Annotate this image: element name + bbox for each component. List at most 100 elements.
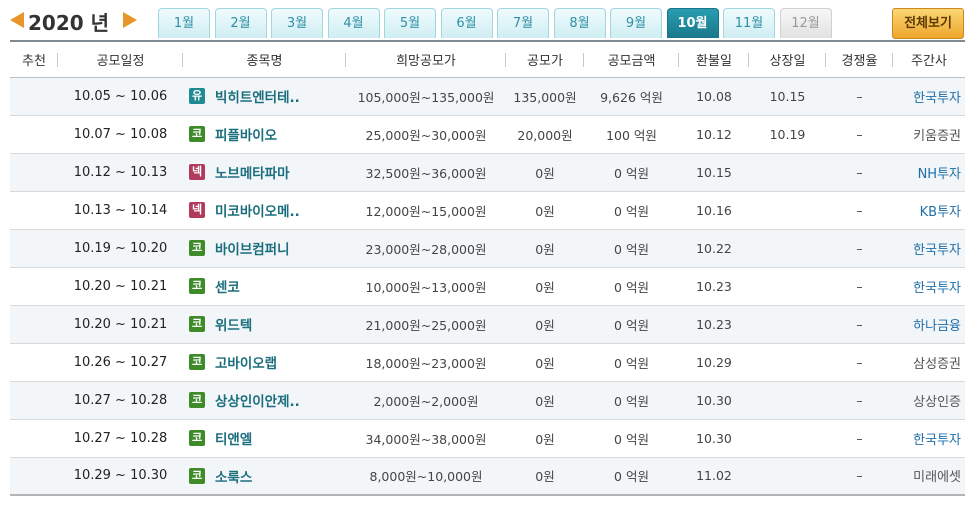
stock-name-link[interactable]: 위드텍 xyxy=(215,318,252,334)
next-year-arrow-icon[interactable] xyxy=(123,12,137,28)
market-badge-icon: 코 xyxy=(189,316,205,332)
refund-date-cell: 10.30 xyxy=(679,381,749,420)
stock-name-cell: 코 티앤엘 xyxy=(183,419,346,458)
month-tab-4[interactable]: 4월 xyxy=(327,8,380,38)
competition-rate-cell: – xyxy=(826,381,893,420)
refund-date-cell: 10.16 xyxy=(679,191,749,230)
desired-price-range-cell: 32,500원~36,000원 xyxy=(346,153,506,192)
column-header-label: 주간사 xyxy=(911,53,947,69)
underwriter-cell[interactable]: 한국투자 xyxy=(893,229,965,268)
desired-price-range-cell: 34,000원~38,000원 xyxy=(346,419,506,458)
stock-name-cell: 코 소룩스 xyxy=(183,457,346,496)
table-row: 10.07 ~ 10.08 코 피플바이오 25,000원~30,000원 20,000… xyxy=(10,115,965,154)
underwriter-cell: 삼성증권 xyxy=(893,343,965,382)
offering-date-cell: 10.05 ~ 10.06 xyxy=(58,77,183,116)
prev-year-arrow-icon[interactable] xyxy=(10,12,24,28)
underwriter-cell[interactable]: NH투자 xyxy=(893,153,965,192)
month-tab-1[interactable]: 1월 xyxy=(158,8,210,38)
stock-name-link[interactable]: 티앤엘 xyxy=(215,432,252,448)
month-tab-6[interactable]: 6월 xyxy=(440,8,493,38)
month-tab-3[interactable]: 3월 xyxy=(271,8,323,38)
underwriter-cell[interactable]: 하나금융 xyxy=(893,305,965,344)
column-header: 환불일 xyxy=(679,40,749,78)
stock-name-link[interactable]: 빅히트엔터테.. xyxy=(215,90,300,106)
underwriter-cell[interactable]: KB투자 xyxy=(893,191,965,230)
offering-price-cell: 0원 xyxy=(506,419,584,458)
offering-date-cell: 10.29 ~ 10.30 xyxy=(58,457,183,496)
competition-rate-cell: – xyxy=(826,457,893,496)
refund-date-cell: 10.23 xyxy=(679,267,749,306)
column-header: 주간사 xyxy=(893,40,965,78)
refund-date-cell: 11.02 xyxy=(679,457,749,496)
desired-price-range-cell: 23,000원~28,000원 xyxy=(346,229,506,268)
underwriter-cell[interactable]: 한국투자 xyxy=(893,77,965,116)
underwriter-cell[interactable]: 한국투자 xyxy=(893,419,965,458)
stock-name-link[interactable]: 소룩스 xyxy=(215,470,252,486)
offering-amount-cell: 100 억원 xyxy=(584,115,679,154)
refund-date-cell: 10.12 xyxy=(679,115,749,154)
market-badge-icon: 코 xyxy=(189,430,205,446)
underwriter-cell: 키움증권 xyxy=(893,115,965,154)
competition-rate-cell: – xyxy=(826,305,893,344)
table-row: 10.20 ~ 10.21 코 센코 10,000원~13,000원 0원 0 억원 10.… xyxy=(10,267,965,306)
stock-name-link[interactable]: 노브메타파마 xyxy=(215,166,290,182)
month-tab-10[interactable]: 10월 xyxy=(666,8,719,38)
stock-name-link[interactable]: 센코 xyxy=(215,280,240,296)
listing-date-cell: 10.19 xyxy=(749,115,826,154)
column-header-label: 환불일 xyxy=(696,53,732,69)
competition-rate-cell: – xyxy=(826,419,893,458)
year-month-nav: 2020 년 1월 2월 3월 4월 5월 6월 7월 8월 9월 10월 11월 12월 전체보기 xyxy=(0,0,980,40)
offering-amount-cell: 0 억원 xyxy=(584,267,679,306)
column-header-label: 공모일정 xyxy=(96,53,145,69)
offering-price-cell: 0원 xyxy=(506,229,584,268)
table-row: 10.12 ~ 10.13 넥 노브메타파마 32,500원~36,000원 0원 0 억… xyxy=(10,153,965,192)
month-tab-5[interactable]: 5월 xyxy=(384,8,436,38)
recommend-cell xyxy=(10,457,58,496)
desired-price-range-cell: 105,000원~135,000원 xyxy=(346,77,506,116)
recommend-cell xyxy=(10,77,58,116)
offering-amount-cell: 0 억원 xyxy=(584,305,679,344)
stock-name-cell: 유 빅히트엔터테.. xyxy=(183,77,346,116)
listing-date-cell xyxy=(749,381,826,420)
offering-date-cell: 10.12 ~ 10.13 xyxy=(58,153,183,192)
offering-amount-cell: 9,626 억원 xyxy=(584,77,679,116)
table-header-row: 추천 공모일정 종목명 희망공모가 공모가 공모금액 환불일 상장일 경쟁율 주간사 xyxy=(10,40,965,78)
stock-name-link[interactable]: 피플바이오 xyxy=(215,128,277,144)
month-tab-11[interactable]: 11월 xyxy=(723,8,775,38)
stock-name-link[interactable]: 바이브컴퍼니 xyxy=(215,242,290,258)
market-badge-icon: 코 xyxy=(189,278,205,294)
stock-name-link[interactable]: 상상인이안제.. xyxy=(215,394,300,410)
month-tab-7[interactable]: 7월 xyxy=(497,8,549,38)
offering-amount-cell: 0 억원 xyxy=(584,381,679,420)
market-badge-icon: 넥 xyxy=(189,202,205,218)
column-header-label: 희망공모가 xyxy=(396,53,456,69)
stock-name-link[interactable]: 미코바이오메.. xyxy=(215,204,300,220)
month-tab-8[interactable]: 8월 xyxy=(553,8,606,38)
desired-price-range-cell: 2,000원~2,000원 xyxy=(346,381,506,420)
competition-rate-cell: – xyxy=(826,343,893,382)
refund-date-cell: 10.29 xyxy=(679,343,749,382)
market-badge-icon: 유 xyxy=(189,88,205,104)
recommend-cell xyxy=(10,191,58,230)
listing-date-cell xyxy=(749,419,826,458)
table-row: 10.26 ~ 10.27 코 고바이오랩 18,000원~23,000원 0원 0 억원… xyxy=(10,343,965,382)
stock-name-cell: 코 바이브컴퍼니 xyxy=(183,229,346,268)
market-badge-icon: 코 xyxy=(189,240,205,256)
offering-date-cell: 10.27 ~ 10.28 xyxy=(58,419,183,458)
offering-price-cell: 0원 xyxy=(506,381,584,420)
offering-amount-cell: 0 억원 xyxy=(584,343,679,382)
refund-date-cell: 10.15 xyxy=(679,153,749,192)
view-all-button[interactable]: 전체보기 xyxy=(892,8,964,39)
offering-amount-cell: 0 억원 xyxy=(584,419,679,458)
column-header: 추천 xyxy=(10,40,58,78)
refund-date-cell: 10.30 xyxy=(679,419,749,458)
month-tab-2[interactable]: 2월 xyxy=(214,8,267,38)
stock-name-link[interactable]: 고바이오랩 xyxy=(215,356,277,372)
listing-date-cell xyxy=(749,305,826,344)
year-label: 2020 년 xyxy=(28,11,110,35)
month-tab-9[interactable]: 9월 xyxy=(610,8,662,38)
underwriter-cell[interactable]: 한국투자 xyxy=(893,267,965,306)
offering-amount-cell: 0 억원 xyxy=(584,153,679,192)
column-header-label: 경쟁율 xyxy=(841,53,878,69)
column-header: 공모금액 xyxy=(584,40,679,78)
